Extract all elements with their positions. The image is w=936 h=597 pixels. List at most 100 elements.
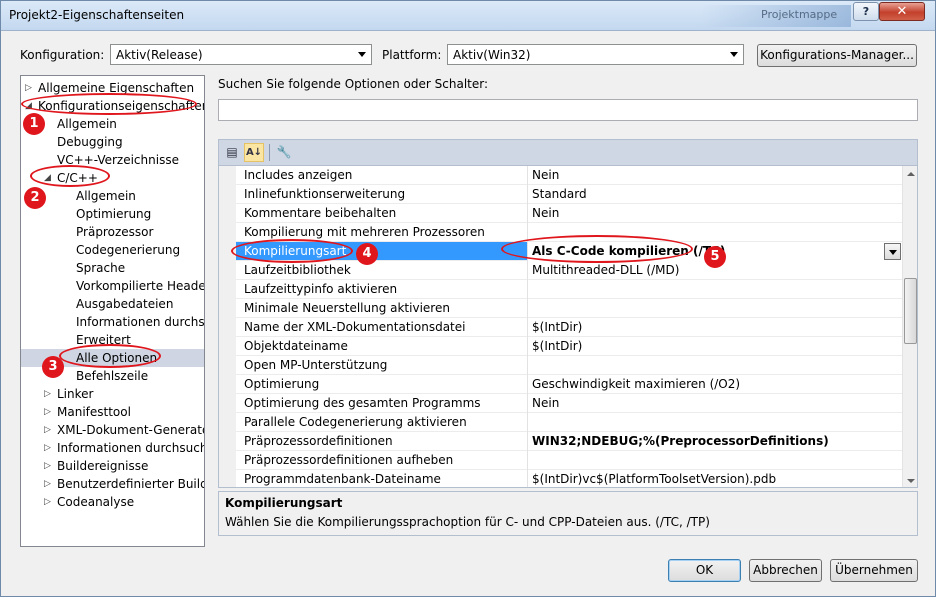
expand-arrow-icon[interactable]: ▷ <box>44 457 54 475</box>
expand-arrow-icon[interactable]: ▷ <box>44 421 54 439</box>
close-button[interactable]: ✕ <box>879 2 925 21</box>
tree-item[interactable]: ▷ Manifesttool <box>21 403 204 421</box>
expand-arrow-icon[interactable]: ▷ <box>44 439 54 457</box>
annotation-marker: 2 <box>24 187 46 209</box>
property-row[interactable]: Minimale Neuerstellung aktivieren <box>236 299 902 318</box>
property-value: Multithreaded-DLL (/MD) <box>532 263 680 277</box>
value-dropdown-button[interactable] <box>884 243 901 260</box>
categorized-view-icon[interactable]: ▤ <box>222 143 242 162</box>
property-value: Standard <box>532 187 587 201</box>
tree-item[interactable]: ▷Informationen durchsuchen <box>21 439 204 457</box>
column-divider <box>527 261 528 280</box>
tree-item[interactable]: Präprozessor <box>21 223 204 241</box>
tree-item-label: Allgemein <box>76 189 136 203</box>
tree-item-label: Ausgabedateien <box>76 297 174 311</box>
tree-item-label: Allgemeine Eigenschaften <box>38 81 195 95</box>
property-name: Optimierung <box>244 377 320 391</box>
property-value: Als C-Code kompilieren (/TC) <box>532 244 726 258</box>
tree-item[interactable]: Vorkompilierte Header <box>21 277 204 295</box>
property-row[interactable]: Programmdatenbank-Dateiname $(IntDir)vc$(… <box>236 470 902 487</box>
property-row[interactable]: Laufzeitbibliothek Multithreaded-DLL (/MD… <box>236 261 902 280</box>
expand-arrow-icon[interactable]: ▷ <box>44 385 54 403</box>
property-row[interactable]: Präprozessordefinitionen aufheben <box>236 451 902 470</box>
tree-item[interactable]: ▷ Buildereignisse <box>21 457 204 475</box>
tree-item-label: Sprache <box>76 261 126 275</box>
column-divider <box>527 318 528 337</box>
help-button[interactable]: ? <box>853 2 879 21</box>
property-row[interactable]: Kompilierungsart Als C-Code kompilieren (… <box>236 242 902 261</box>
property-value: $(IntDir)vc$(PlatformToolsetVersion).pdb <box>532 472 777 486</box>
configuration-select[interactable]: Aktiv(Release) <box>110 44 372 65</box>
tree-item[interactable]: Ausgabedateien <box>21 295 204 313</box>
expand-arrow-icon[interactable]: ▷ <box>25 79 35 97</box>
property-row[interactable]: Kompilierung mit mehreren Prozessoren <box>236 223 902 242</box>
tree-item-label: Befehlszeile <box>76 369 149 383</box>
tree-item[interactable]: VC++-Verzeichnisse <box>21 151 204 169</box>
tree-item-label: Manifesttool <box>57 405 131 419</box>
tree-item[interactable]: Informationen durchsuc <box>21 313 204 331</box>
column-divider <box>527 394 528 413</box>
property-name: Laufzeitbibliothek <box>244 263 351 277</box>
collapse-arrow-icon[interactable]: ◢ <box>44 169 54 187</box>
tree-item[interactable]: ▷ Codeanalyse <box>21 493 204 511</box>
property-name: Minimale Neuerstellung aktivieren <box>244 301 450 315</box>
annotation-marker: 1 <box>23 113 45 135</box>
tree-item[interactable]: Sprache <box>21 259 204 277</box>
tree-item[interactable]: Debugging <box>21 133 204 151</box>
column-divider <box>527 413 528 432</box>
alphabetical-sort-icon[interactable]: A↓ <box>244 143 264 162</box>
search-input[interactable] <box>218 99 918 121</box>
cancel-button[interactable]: Abbrechen <box>749 559 822 582</box>
tree-item-label: Buildereignisse <box>57 459 149 473</box>
tree-item[interactable]: ▷ Linker <box>21 385 204 403</box>
scroll-thumb[interactable] <box>904 278 917 344</box>
scroll-up-icon[interactable] <box>907 172 915 176</box>
scroll-down-icon[interactable] <box>907 479 915 483</box>
property-row[interactable]: Laufzeittypinfo aktivieren <box>236 280 902 299</box>
expand-arrow-icon[interactable]: ▷ <box>44 493 54 511</box>
property-name: Includes anzeigen <box>244 168 353 182</box>
property-row[interactable]: Optimierung des gesamten Programms Nein <box>236 394 902 413</box>
tree-item[interactable]: ◢ Konfigurationseigenschaften <box>21 97 204 115</box>
property-row[interactable]: Kommentare beibehalten Nein <box>236 204 902 223</box>
column-divider <box>527 451 528 470</box>
property-row[interactable]: Objektdateiname $(IntDir) <box>236 337 902 356</box>
expand-arrow-icon[interactable]: ▷ <box>44 475 54 493</box>
property-row[interactable]: Inlinefunktionserweiterung Standard <box>236 185 902 204</box>
tree-item[interactable]: ▷ XML-Dokument-Generator <box>21 421 204 439</box>
tree-item[interactable]: ▷Benutzerdefinierter Buildsch <box>21 475 204 493</box>
expand-arrow-icon[interactable]: ▷ <box>44 403 54 421</box>
grid-margin <box>219 166 236 487</box>
apply-button[interactable]: Übernehmen <box>830 559 918 582</box>
property-toolbar: ▤ A↓ 🔧 <box>218 139 918 165</box>
property-row[interactable]: Open MP-Unterstützung <box>236 356 902 375</box>
property-row[interactable]: Includes anzeigen Nein <box>236 166 902 185</box>
tree-item-label: Debugging <box>57 135 123 149</box>
property-scrollbar[interactable] <box>902 166 917 487</box>
tree-item-label: Optimierung <box>76 207 152 221</box>
wrench-icon[interactable]: 🔧 <box>274 143 294 162</box>
configuration-label: Konfiguration: <box>20 48 105 62</box>
background-window-glimpse: Projektmappe <box>701 5 851 27</box>
tree-item-label: Linker <box>57 387 94 401</box>
ok-button[interactable]: OK <box>668 559 741 582</box>
tree-item[interactable]: Erweitert <box>21 331 204 349</box>
property-row[interactable]: Parallele Codegenerierung aktivieren <box>236 413 902 432</box>
platform-select[interactable]: Aktiv(Win32) <box>447 44 744 65</box>
tree-item-label: Konfigurationseigenschaften <box>38 99 205 113</box>
tree-item[interactable]: Allgemein <box>21 115 204 133</box>
platform-value: Aktiv(Win32) <box>453 48 531 62</box>
property-row[interactable]: Präprozessordefinitionen WIN32;NDEBUG;%(P… <box>236 432 902 451</box>
toolbar-separator <box>269 144 270 161</box>
tree-item[interactable]: Codegenerierung <box>21 241 204 259</box>
property-row[interactable]: Name der XML-Dokumentationsdatei $(IntDir… <box>236 318 902 337</box>
configuration-manager-button[interactable]: Konfigurations-Manager... <box>757 44 917 67</box>
settings-tree[interactable]: ▷ Allgemeine Eigenschaften ◢ Konfigurations… <box>20 75 205 547</box>
tree-item[interactable]: Allgemein <box>21 187 204 205</box>
chevron-down-icon <box>730 52 738 57</box>
property-row[interactable]: Optimierung Geschwindigkeit maximieren (/… <box>236 375 902 394</box>
tree-item[interactable]: ▷ Allgemeine Eigenschaften <box>21 79 204 97</box>
column-divider <box>527 432 528 451</box>
tree-item[interactable]: ◢ C/C++ <box>21 169 204 187</box>
tree-item[interactable]: Optimierung <box>21 205 204 223</box>
